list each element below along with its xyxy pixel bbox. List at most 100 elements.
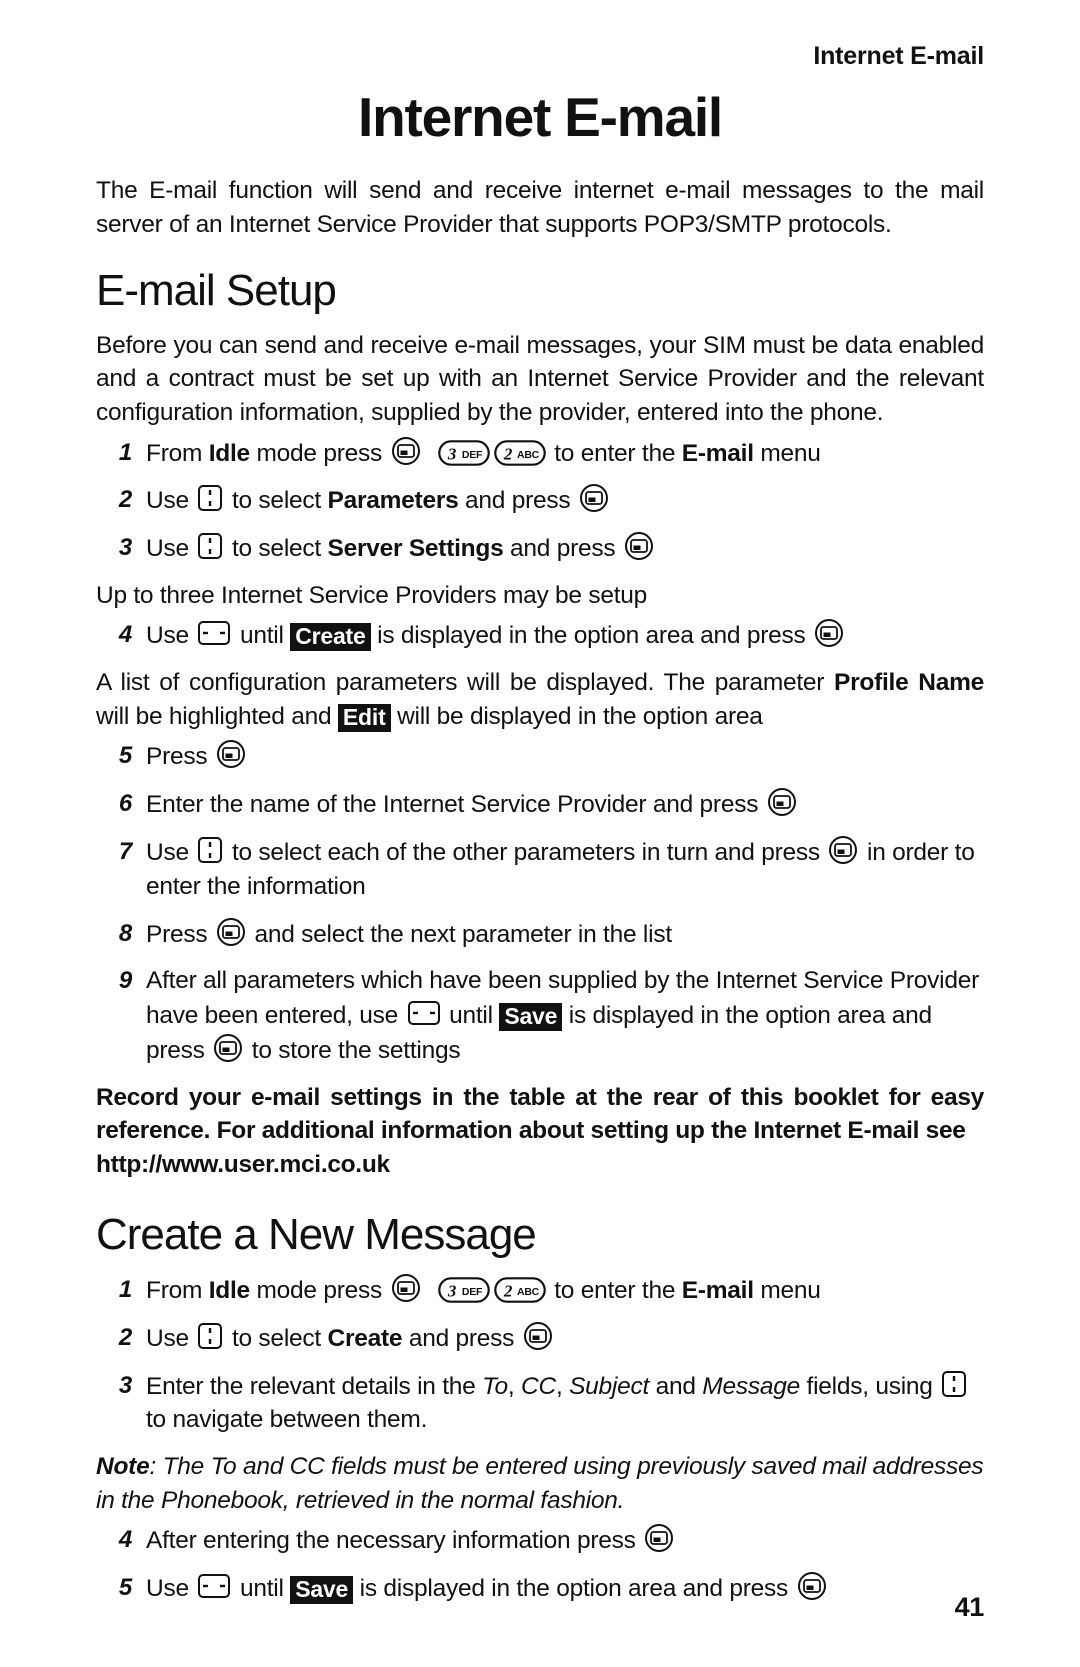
option-label-edit: Edit — [337, 703, 391, 732]
step-bold-email: E-mail — [681, 1276, 754, 1304]
step-item: 6 Enter the name of the Internet Service… — [96, 787, 984, 822]
step-text-part: From — [146, 1276, 209, 1304]
step-number: 8 — [118, 919, 132, 947]
email-setup-intro: Before you can send and receive e-mail m… — [96, 331, 984, 426]
select-key-icon — [828, 835, 858, 865]
svg-text:DEF: DEF — [462, 449, 483, 461]
option-label-save: Save — [499, 1003, 563, 1032]
option-label-create: Create — [290, 623, 371, 652]
step-text-part: and press — [503, 535, 622, 563]
option-label-save: Save — [290, 1576, 354, 1605]
step-item: 4 Use until Create is displayed in the o… — [96, 618, 984, 653]
nav-up-down-key-icon — [197, 531, 223, 561]
nav-up-down-key-icon — [197, 483, 223, 513]
step-text-part: to navigate between them. — [146, 1406, 428, 1434]
step-text-part: to select — [225, 1324, 328, 1352]
section-heading-create-new-message: Create a New Message — [96, 1210, 537, 1260]
step-number: 6 — [118, 790, 132, 818]
select-key-icon — [216, 917, 246, 947]
step-item: 9 After all parameters which have been s… — [96, 964, 984, 1067]
step-text-part: to select — [225, 535, 328, 563]
parameter-list-note: A list of configuration parameters will … — [96, 666, 984, 733]
nav-left-right-key-icon — [407, 998, 441, 1028]
nav-up-down-key-icon — [941, 1369, 967, 1399]
step-text: Enter the name of the Internet Service P… — [146, 787, 984, 822]
step-text-part: After entering the necessary information… — [146, 1527, 643, 1555]
step-number: 3 — [118, 1371, 132, 1399]
step-bold-idle: Idle — [208, 1276, 250, 1304]
nav-up-down-key-icon — [197, 1321, 223, 1351]
svg-text:ABC: ABC — [517, 1286, 540, 1298]
step-bold-email: E-mail — [681, 439, 754, 467]
step-text: Use to select each of the other paramete… — [146, 835, 984, 904]
step-text-part: is displayed in the option area and pres… — [370, 622, 813, 650]
step-text-part: Use — [146, 535, 196, 563]
page-number: 41 — [954, 1592, 985, 1622]
step-text-part: Use — [146, 1324, 196, 1352]
step-text-part: , — [555, 1372, 570, 1400]
step-item: 2 Use to select Parameters and press — [96, 483, 984, 518]
step-text-part: until — [442, 1002, 500, 1030]
note-label: Note — [96, 1453, 150, 1481]
numeric-key-3-def-icon: 3 DEF — [437, 1277, 490, 1303]
step-number: 7 — [118, 837, 132, 865]
email-setup-step-list-2: 4 Use until Create is displayed in the o… — [96, 618, 984, 653]
step-text-part: Press — [146, 743, 214, 771]
step-text-part: and select the next parameter in the lis… — [247, 920, 672, 948]
step-text: Use to select Parameters and press — [146, 483, 984, 518]
select-key-icon — [391, 436, 421, 466]
note-text-part: will be displayed in the option area — [390, 702, 763, 730]
nav-left-right-key-icon — [197, 618, 231, 648]
isp-count-note: Up to three Internet Service Providers m… — [96, 581, 648, 609]
step-text-part: to store the settings — [245, 1036, 461, 1064]
step-text: From Idle mode press 3 DEF 2 ABC to enter t… — [146, 436, 984, 471]
step-text-part: From — [146, 439, 209, 467]
step-number: 2 — [118, 486, 132, 514]
step-item: 3 Use to select Server Settings and pres… — [96, 531, 984, 566]
field-name-subject: Subject — [569, 1372, 650, 1400]
select-key-icon — [624, 531, 654, 561]
nav-left-right-key-icon — [197, 1571, 231, 1601]
step-bold-idle: Idle — [208, 439, 250, 467]
step-text: Use to select Server Settings and press — [146, 531, 984, 566]
step-text-part: fields, using — [799, 1372, 940, 1400]
numeric-key-2-abc-icon: 2 ABC — [493, 439, 546, 466]
step-text: After entering the necessary information… — [146, 1523, 984, 1558]
step-text-part: Use — [146, 838, 196, 866]
step-bold-server-settings: Server Settings — [327, 535, 504, 563]
step-text: After all parameters which have been sup… — [146, 964, 984, 1067]
phonebook-note: Note: The To and CC fields must be enter… — [96, 1450, 984, 1517]
select-key-icon — [644, 1523, 674, 1553]
step-text-part: Press — [146, 920, 214, 948]
create-message-step-list-2: 4 After entering the necessary informati… — [96, 1523, 984, 1606]
step-text-part: Enter the relevant details in the — [146, 1372, 483, 1400]
step-bold-create: Create — [327, 1324, 403, 1352]
step-text-part: to enter the — [547, 1276, 682, 1304]
field-name-cc: CC — [521, 1372, 556, 1400]
step-text-part: Use — [146, 487, 196, 515]
create-message-step-list: 1 From Idle mode press 3 DEF 2 ABC to enter… — [96, 1273, 984, 1437]
note-text-part: will be highlighted and — [96, 702, 338, 730]
email-setup-step-list-3: 5 Press 6 Enter the name of the Internet… — [96, 739, 984, 1067]
step-text: Use until Create is displayed in the opt… — [146, 618, 984, 653]
support-url: http://www.user.mci.co.uk — [96, 1150, 390, 1178]
step-item: 1 From Idle mode press 3 DEF 2 ABC to enter… — [96, 436, 984, 471]
step-text: Press — [146, 739, 984, 774]
step-number: 9 — [118, 967, 132, 995]
step-text: Press and select the next parameter in t… — [146, 917, 984, 952]
step-text-part: and press — [458, 487, 577, 515]
step-item: 5 Press — [96, 739, 984, 774]
step-text-part: , — [507, 1372, 522, 1400]
step-item: 5 Use until Save is displayed in the opt… — [96, 1571, 984, 1606]
step-item: 4 After entering the necessary informati… — [96, 1523, 984, 1558]
select-key-icon — [391, 1273, 421, 1303]
select-key-icon — [579, 483, 609, 513]
step-text-part: to enter the — [547, 439, 682, 467]
step-number: 3 — [118, 534, 132, 562]
step-number: 5 — [118, 742, 132, 770]
numeric-key-3-def-icon: 3 DEF — [437, 439, 490, 466]
step-text-part: menu — [753, 1276, 821, 1304]
svg-text:ABC: ABC — [517, 449, 540, 461]
select-key-icon — [797, 1571, 827, 1601]
select-key-icon — [213, 1033, 243, 1063]
